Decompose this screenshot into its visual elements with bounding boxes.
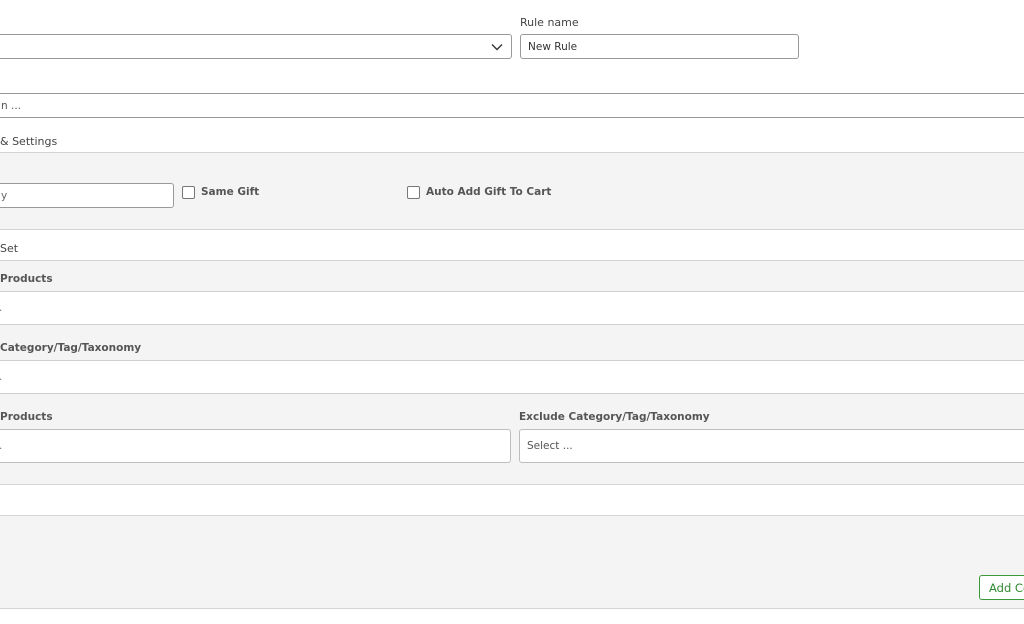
- gift-quantity-input[interactable]: y: [0, 183, 174, 208]
- exclude-products-value: .: [0, 440, 2, 452]
- add-condition-label: Add Co: [989, 580, 1024, 595]
- divider: [0, 608, 1024, 609]
- category-select-value: .: [0, 371, 2, 383]
- add-condition-button[interactable]: Add Co: [979, 575, 1024, 600]
- description-placeholder: n ...: [1, 99, 22, 112]
- set-label: Set: [0, 242, 19, 255]
- gift-quantity-placeholder: y: [1, 189, 8, 202]
- same-gift-label: Same Gift: [201, 186, 260, 198]
- divider: [0, 484, 1024, 485]
- divider: [0, 152, 1024, 153]
- rule-name-input[interactable]: New Rule: [520, 34, 799, 59]
- auto-add-gift-checkbox[interactable]: [407, 186, 420, 199]
- products-label: Products: [0, 273, 53, 285]
- section-title: & Settings: [0, 135, 58, 148]
- description-input[interactable]: n ...: [0, 93, 1024, 118]
- divider: [0, 229, 1024, 230]
- conditions-panel: [0, 516, 1024, 608]
- exclude-category-select[interactable]: Select ...: [519, 429, 1024, 463]
- rule-name-value: New Rule: [528, 40, 578, 53]
- rule-name-label: Rule name: [520, 16, 579, 29]
- category-select[interactable]: .: [0, 360, 1024, 394]
- exclude-category-placeholder: Select ...: [527, 440, 573, 452]
- products-select[interactable]: .: [0, 291, 1024, 325]
- category-label: Category/Tag/Taxonomy: [0, 342, 142, 354]
- rule-type-select[interactable]: [0, 34, 512, 59]
- auto-add-gift-label: Auto Add Gift To Cart: [426, 186, 552, 198]
- exclude-products-select[interactable]: .: [0, 429, 511, 463]
- exclude-products-label: Products: [0, 411, 53, 423]
- exclude-category-label: Exclude Category/Tag/Taxonomy: [519, 411, 710, 423]
- same-gift-checkbox[interactable]: [182, 186, 195, 199]
- products-select-value: .: [0, 302, 2, 314]
- chevron-down-icon: [491, 43, 503, 51]
